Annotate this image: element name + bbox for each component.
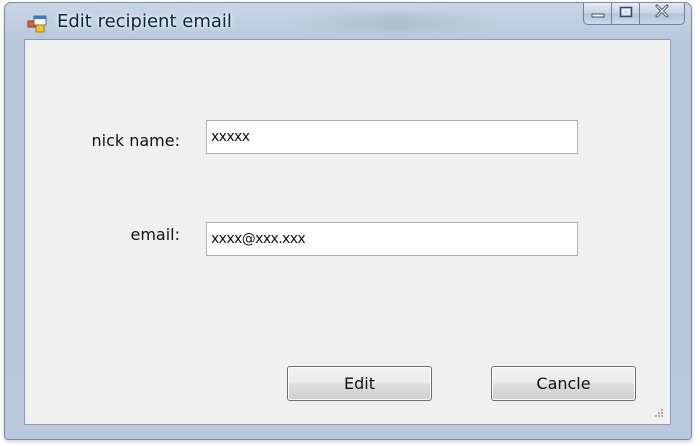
maximize-button[interactable]	[611, 3, 639, 25]
form-client-area: nick name: email: Edit Cancle	[24, 39, 671, 425]
close-icon	[654, 4, 670, 23]
email-label: email:	[130, 225, 180, 244]
cancel-button[interactable]: Cancle	[491, 366, 636, 401]
minimize-button[interactable]	[583, 3, 611, 25]
title-bar-blur	[295, 13, 495, 31]
minimize-icon	[591, 5, 605, 23]
resize-grip-icon[interactable]	[652, 407, 664, 419]
caption-buttons	[583, 3, 685, 25]
email-input[interactable]	[206, 222, 578, 256]
title-bar[interactable]: Edit recipient email	[5, 3, 691, 39]
window-title: Edit recipient email	[57, 11, 232, 32]
nick-name-input[interactable]	[206, 120, 578, 154]
maximize-icon	[619, 5, 633, 23]
nick-name-label: nick name:	[91, 131, 181, 150]
dialog-window: Edit recipient email nick name: ema	[4, 2, 692, 440]
close-button[interactable]	[639, 3, 685, 25]
app-form-icon	[27, 15, 47, 33]
edit-button[interactable]: Edit	[287, 366, 432, 401]
